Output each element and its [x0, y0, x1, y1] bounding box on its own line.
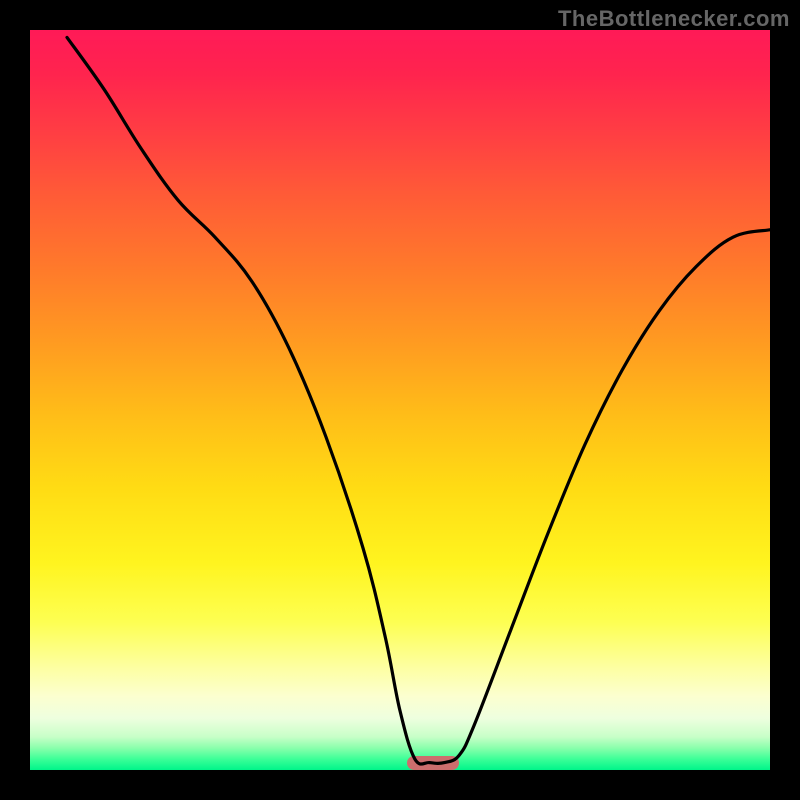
chart-frame: TheBottlenecker.com: [0, 0, 800, 800]
bottleneck-curve: [30, 30, 770, 770]
plot-area: [30, 30, 770, 770]
watermark-label: TheBottlenecker.com: [558, 6, 790, 32]
